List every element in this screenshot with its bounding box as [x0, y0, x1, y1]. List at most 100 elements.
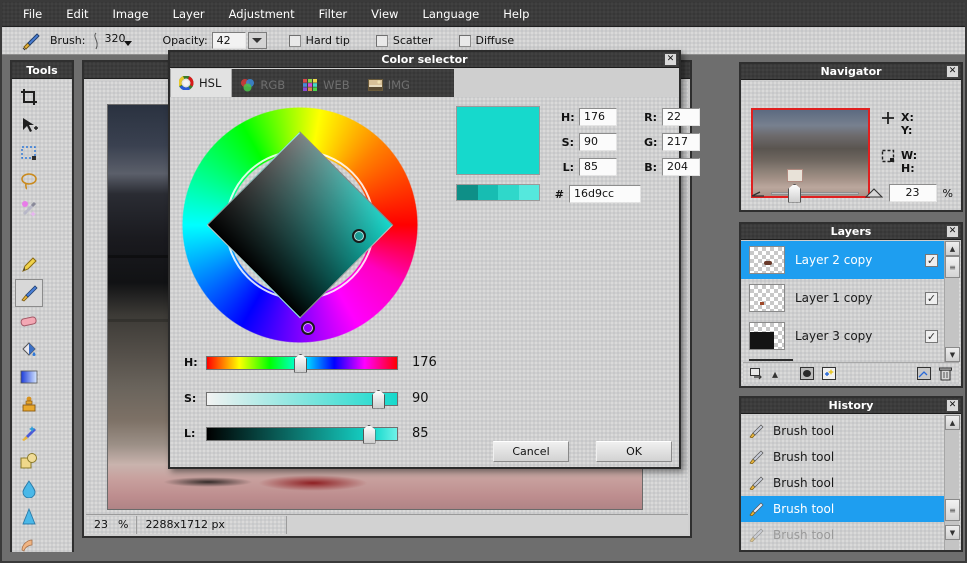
- tab-rgb[interactable]: RGB: [232, 73, 295, 97]
- layer-properties-icon[interactable]: ▴: [772, 367, 778, 381]
- eraser-tool[interactable]: [15, 307, 43, 335]
- close-icon[interactable]: ✕: [946, 399, 959, 412]
- recent-color-4[interactable]: [519, 185, 540, 200]
- recent-color-2[interactable]: [478, 185, 499, 200]
- menu-item-adjustment[interactable]: Adjustment: [218, 4, 306, 24]
- scatter-checkbox[interactable]: Scatter: [376, 34, 437, 47]
- scroll-thumb[interactable]: ≡: [945, 256, 960, 278]
- smudge-tool[interactable]: [15, 419, 43, 447]
- menu-item-file[interactable]: File: [12, 4, 53, 24]
- paint-bucket-tool[interactable]: [15, 335, 43, 363]
- menu-item-edit[interactable]: Edit: [55, 4, 99, 24]
- layer-visibility-checkbox[interactable]: ✓: [925, 292, 938, 305]
- saturation-lightness-marker[interactable]: [352, 229, 366, 243]
- list-item[interactable]: Brush tool: [741, 418, 944, 444]
- shape-tool[interactable]: [15, 447, 43, 475]
- dodge-tool[interactable]: [15, 531, 43, 559]
- saturation-slider-thumb[interactable]: [372, 390, 385, 409]
- gradient-tool[interactable]: [15, 363, 43, 391]
- scroll-down-icon[interactable]: ▼: [945, 525, 960, 540]
- tab-hsl[interactable]: HSL: [170, 69, 232, 97]
- navigator-zoom-slider-thumb[interactable]: [788, 184, 801, 203]
- menu-item-filter[interactable]: Filter: [308, 4, 358, 24]
- brush-icon[interactable]: [20, 31, 42, 51]
- brush-size-caret-icon[interactable]: [124, 41, 132, 46]
- brush-tool[interactable]: [15, 279, 43, 307]
- recent-color-3[interactable]: [498, 185, 519, 200]
- pencil-tool[interactable]: [15, 251, 43, 279]
- red-input[interactable]: 22: [662, 108, 700, 126]
- blue-input[interactable]: 204: [662, 158, 700, 176]
- menu-item-image[interactable]: Image: [102, 4, 160, 24]
- opacity-input[interactable]: 42: [212, 32, 246, 49]
- list-item[interactable]: Brush tool: [741, 522, 944, 548]
- lightness-slider-row: L: 85: [184, 426, 429, 441]
- layer-visibility-checkbox[interactable]: ✓: [925, 330, 938, 343]
- table-row[interactable]: Layer 2 copy ✓: [741, 241, 944, 279]
- hue-input[interactable]: 176: [579, 108, 617, 126]
- list-item[interactable]: Brush tool: [741, 496, 944, 522]
- crop-tool[interactable]: [15, 83, 43, 111]
- layers-scrollbar[interactable]: ▲ ≡ ▼: [944, 241, 959, 362]
- list-item[interactable]: Brush tool: [741, 444, 944, 470]
- sponge-tool[interactable]: [15, 559, 43, 563]
- recent-color-1[interactable]: [457, 185, 478, 200]
- table-row[interactable]: Layer 1 copy ✓: [741, 279, 944, 317]
- diffuse-checkbox[interactable]: Diffuse: [459, 34, 519, 47]
- tab-img[interactable]: IMG: [360, 73, 420, 97]
- brush-size-control[interactable]: 320: [89, 32, 132, 50]
- lightness-input[interactable]: 85: [579, 158, 617, 176]
- hue-slider-track[interactable]: [206, 356, 398, 370]
- scroll-down-icon[interactable]: ▼: [945, 347, 960, 362]
- lightness-slider-track[interactable]: [206, 427, 398, 441]
- ok-button[interactable]: OK: [596, 441, 672, 462]
- merge-layers-icon[interactable]: [750, 368, 764, 380]
- saturation-input[interactable]: 90: [579, 133, 617, 151]
- layer-mask-icon[interactable]: [800, 367, 814, 380]
- recent-colors-strip[interactable]: [456, 184, 540, 201]
- status-zoom[interactable]: 23 %: [86, 516, 137, 534]
- diffuse-checkbox-box[interactable]: [459, 35, 471, 47]
- menu-item-view[interactable]: View: [360, 4, 409, 24]
- close-icon[interactable]: ✕: [946, 65, 959, 78]
- cancel-button[interactable]: Cancel: [493, 441, 569, 462]
- menu-item-language[interactable]: Language: [411, 4, 490, 24]
- scroll-up-icon[interactable]: ▲: [945, 415, 960, 430]
- menu-item-help[interactable]: Help: [492, 4, 540, 24]
- lightness-slider-thumb[interactable]: [363, 425, 376, 444]
- hsl-color-wheel[interactable]: [182, 107, 418, 343]
- tab-web[interactable]: WEB: [295, 73, 360, 97]
- zoom-out-icon[interactable]: [751, 188, 765, 198]
- layer-visibility-checkbox[interactable]: ✓: [925, 254, 938, 267]
- list-item[interactable]: Brush tool: [741, 470, 944, 496]
- duplicate-layer-icon[interactable]: [917, 367, 931, 380]
- zoom-in-icon[interactable]: [865, 187, 883, 199]
- marquee-select-tool[interactable]: [15, 139, 43, 167]
- hue-marker[interactable]: [301, 321, 315, 335]
- move-tool[interactable]: [15, 111, 43, 139]
- opacity-dropdown-button[interactable]: [248, 32, 267, 49]
- history-scrollbar[interactable]: ▲ ≡ ▼: [944, 415, 959, 550]
- table-row[interactable]: Layer 3 copy ✓: [741, 317, 944, 355]
- close-icon[interactable]: ✕: [664, 53, 677, 66]
- close-icon[interactable]: ✕: [946, 225, 959, 238]
- sharpen-tool[interactable]: [15, 503, 43, 531]
- blur-tool[interactable]: [15, 475, 43, 503]
- navigator-zoom-slider-track[interactable]: [771, 192, 859, 195]
- new-layer-icon[interactable]: [822, 367, 836, 380]
- clone-stamp-tool[interactable]: [15, 391, 43, 419]
- hard-tip-checkbox-box[interactable]: [289, 35, 301, 47]
- hex-input[interactable]: 16d9cc: [569, 185, 641, 203]
- scroll-thumb[interactable]: ≡: [945, 499, 960, 521]
- delete-layer-icon[interactable]: [939, 367, 952, 381]
- scatter-checkbox-box[interactable]: [376, 35, 388, 47]
- magic-wand-tool[interactable]: [15, 195, 43, 223]
- hue-slider-thumb[interactable]: [294, 354, 307, 373]
- scroll-up-icon[interactable]: ▲: [945, 241, 960, 256]
- navigator-zoom-input[interactable]: 23: [889, 184, 937, 202]
- saturation-slider-track[interactable]: [206, 392, 398, 406]
- hard-tip-checkbox[interactable]: Hard tip: [289, 34, 354, 47]
- green-input[interactable]: 217: [662, 133, 700, 151]
- lasso-tool[interactable]: [15, 167, 43, 195]
- menu-item-layer[interactable]: Layer: [162, 4, 216, 24]
